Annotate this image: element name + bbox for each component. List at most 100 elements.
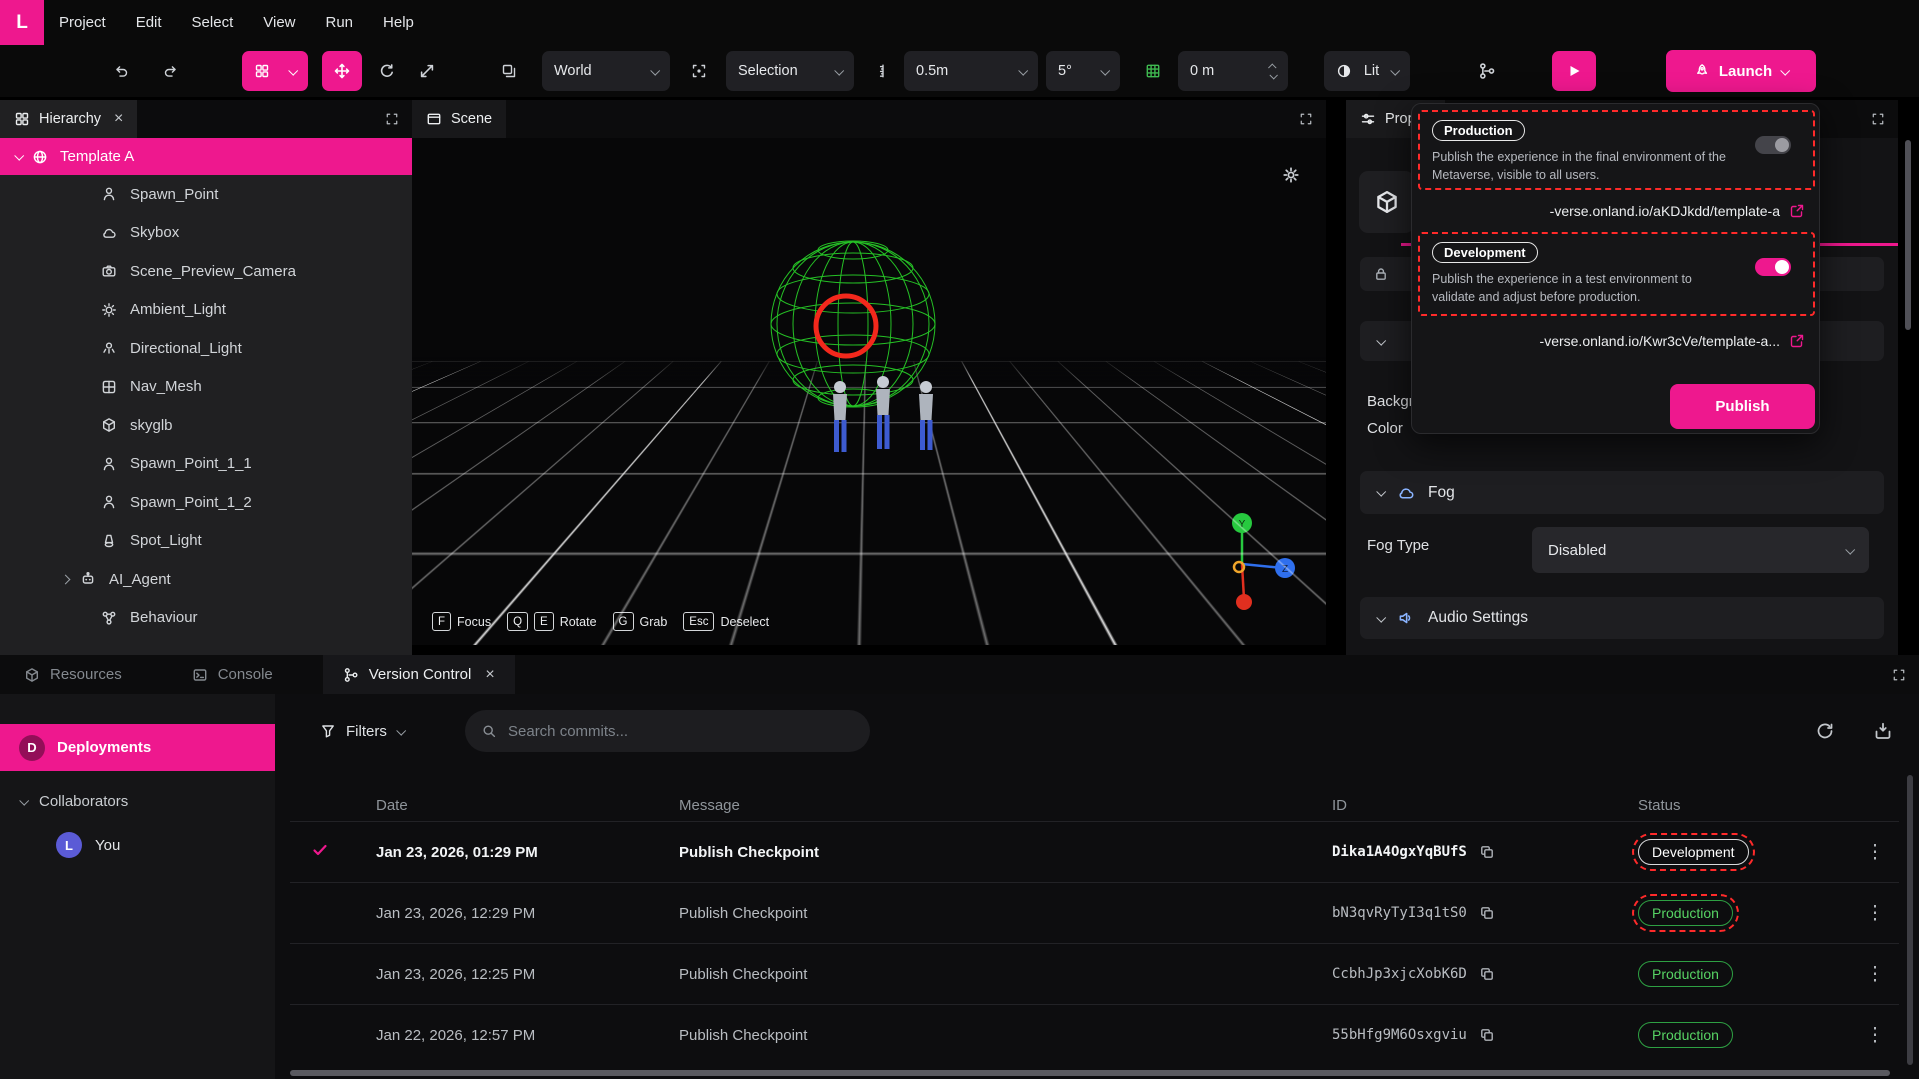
sidebar-item-collaborators[interactable]: Collaborators [0,783,275,819]
grid-snap-button[interactable] [1136,54,1170,88]
chevron-down-icon [834,65,844,75]
avatar-figures[interactable] [824,374,964,469]
close-icon[interactable]: × [114,110,123,128]
close-icon[interactable]: × [485,666,494,684]
kebab-menu-icon[interactable]: ⋮ [1866,963,1885,986]
hierarchy-item-skybox[interactable]: Skybox [0,214,412,253]
hierarchy-item-spawn-point-1-2[interactable]: Spawn_Point_1_2 [0,483,412,522]
menu-edit[interactable]: Edit [121,0,177,45]
tab-scene[interactable]: Scene [412,100,506,138]
copy-id-button[interactable] [1479,1025,1499,1045]
tab-resources[interactable]: Resources [4,655,142,694]
copy-id-button[interactable] [1479,842,1499,862]
gizmo-x-axis[interactable] [1236,594,1252,610]
hierarchy-item-scene-preview-camera[interactable]: Scene_Preview_Camera [0,252,412,291]
scene-tab-label: Scene [451,111,492,127]
layout-mode-button[interactable] [242,51,308,91]
copy-icon [1479,905,1495,921]
development-toggle[interactable] [1755,258,1791,276]
hierarchy-item-spot-light[interactable]: Spot_Light [0,522,412,561]
toggle-knob [1775,138,1789,152]
elevation-stepper[interactable]: 0 m [1178,51,1288,91]
hierarchy-item-ai-agent[interactable]: AI_Agent [0,560,412,599]
hierarchy-item-directional-light[interactable]: Directional_Light [0,329,412,368]
table-row[interactable]: Jan 22, 2026, 12:57 PM Publish Checkpoin… [290,1004,1899,1065]
transform-space-button[interactable] [492,54,526,88]
launch-button[interactable]: Launch [1666,50,1816,92]
snap-distance-button[interactable] [870,54,896,88]
shading-mode-select[interactable]: Lit [1324,51,1410,91]
scene-viewport[interactable]: Y Z F Focus Q E Rotate [412,138,1326,645]
undo-button[interactable] [105,54,139,88]
axis-gizmo[interactable]: Y Z [1187,506,1297,616]
frame-selection-button[interactable] [682,54,716,88]
chevron-down-icon[interactable] [14,151,24,161]
chevron-right-icon[interactable] [61,574,71,584]
table-row[interactable]: Jan 23, 2026, 12:25 PM Publish Checkpoin… [290,943,1899,1004]
search-commits-input[interactable] [508,723,854,740]
deployment-settings-button[interactable] [1873,716,1903,746]
app-logo[interactable]: L [0,0,44,45]
development-link[interactable]: -verse.onland.io/Kwr3cVe/template-a... [1540,328,1805,354]
spawn-point-icon [100,456,118,472]
hierarchy-item-behaviour[interactable]: Behaviour [0,599,412,638]
table-row[interactable]: Jan 23, 2026, 01:29 PM Publish Checkpoin… [290,821,1899,882]
refresh-commits-button[interactable] [1815,716,1845,746]
properties-scrollbar[interactable] [1905,140,1911,330]
production-toggle[interactable] [1755,136,1791,154]
properties-fullscreen-button[interactable] [1868,109,1888,129]
sidebar-item-deployments[interactable]: D Deployments [0,724,275,771]
frame-selection-icon [691,63,707,79]
move-snap-select[interactable]: 0.5m [904,51,1038,91]
tab-hierarchy[interactable]: Hierarchy × [0,100,137,138]
menu-select[interactable]: Select [177,0,249,45]
hint-deselect: Esc Deselect [683,612,769,631]
menu-run[interactable]: Run [311,0,369,45]
redo-button[interactable] [153,54,187,88]
tab-console[interactable]: Console [172,655,293,694]
fog-section-header[interactable]: Fog [1360,471,1884,514]
kebab-menu-icon[interactable]: ⋮ [1866,902,1885,925]
object-properties-tab[interactable] [1359,171,1414,233]
bottom-tabbar: Resources Console Version Control × [0,655,1919,694]
menu-project[interactable]: Project [44,0,121,45]
hierarchy-item-label: Ambient_Light [130,301,226,318]
hierarchy-item-spawn-point-1-1[interactable]: Spawn_Point_1_1 [0,445,412,484]
move-tool-button[interactable] [322,51,362,91]
selection-mode-select[interactable]: Selection [726,51,854,91]
hierarchy-item-skyglb[interactable]: skyglb [0,406,412,445]
rotate-snap-select[interactable]: 5° [1046,51,1120,91]
world-space-select[interactable]: World [542,51,670,91]
rotate-tool-button[interactable] [370,54,404,88]
bottom-fullscreen-button[interactable] [1889,665,1909,685]
development-description: Publish the experience in a test environ… [1432,270,1738,306]
copy-id-button[interactable] [1479,903,1499,923]
kebab-menu-icon[interactable]: ⋮ [1866,1024,1885,1047]
fog-type-select[interactable]: Disabled [1532,527,1869,573]
menu-view[interactable]: View [248,0,310,45]
kebab-menu-icon[interactable]: ⋮ [1866,841,1885,864]
play-button[interactable] [1552,51,1596,91]
audio-section-header[interactable]: Audio Settings [1360,597,1884,639]
hierarchy-item-spawn-point[interactable]: Spawn_Point [0,175,412,214]
viewport-settings-button[interactable] [1281,162,1307,188]
filters-button[interactable]: Filters [320,710,404,752]
production-link[interactable]: -verse.onland.io/aKDJkdd/template-a [1550,198,1805,224]
menu-help[interactable]: Help [368,0,429,45]
table-row[interactable]: Jan 23, 2026, 12:29 PM Publish Checkpoin… [290,882,1899,943]
hierarchy-item-ambient-light[interactable]: Ambient_Light [0,291,412,330]
copy-id-button[interactable] [1479,964,1499,984]
hierarchy-fullscreen-button[interactable] [382,109,402,129]
commits-horizontal-scrollbar[interactable] [290,1070,1890,1076]
hierarchy-item-nav-mesh[interactable]: Nav_Mesh [0,368,412,407]
scale-tool-button[interactable] [410,54,444,88]
hierarchy-item-label: Spawn_Point_1_1 [130,455,252,472]
skybox-icon [100,225,118,241]
sidebar-item-you[interactable]: L You [0,825,275,865]
hierarchy-item-template-a[interactable]: Template A [0,138,412,175]
tab-version-control[interactable]: Version Control × [323,655,515,694]
commits-vertical-scrollbar[interactable] [1907,775,1913,1065]
scene-fullscreen-button[interactable] [1296,109,1316,129]
version-control-button[interactable] [1470,54,1504,88]
publish-button[interactable]: Publish [1670,384,1815,429]
